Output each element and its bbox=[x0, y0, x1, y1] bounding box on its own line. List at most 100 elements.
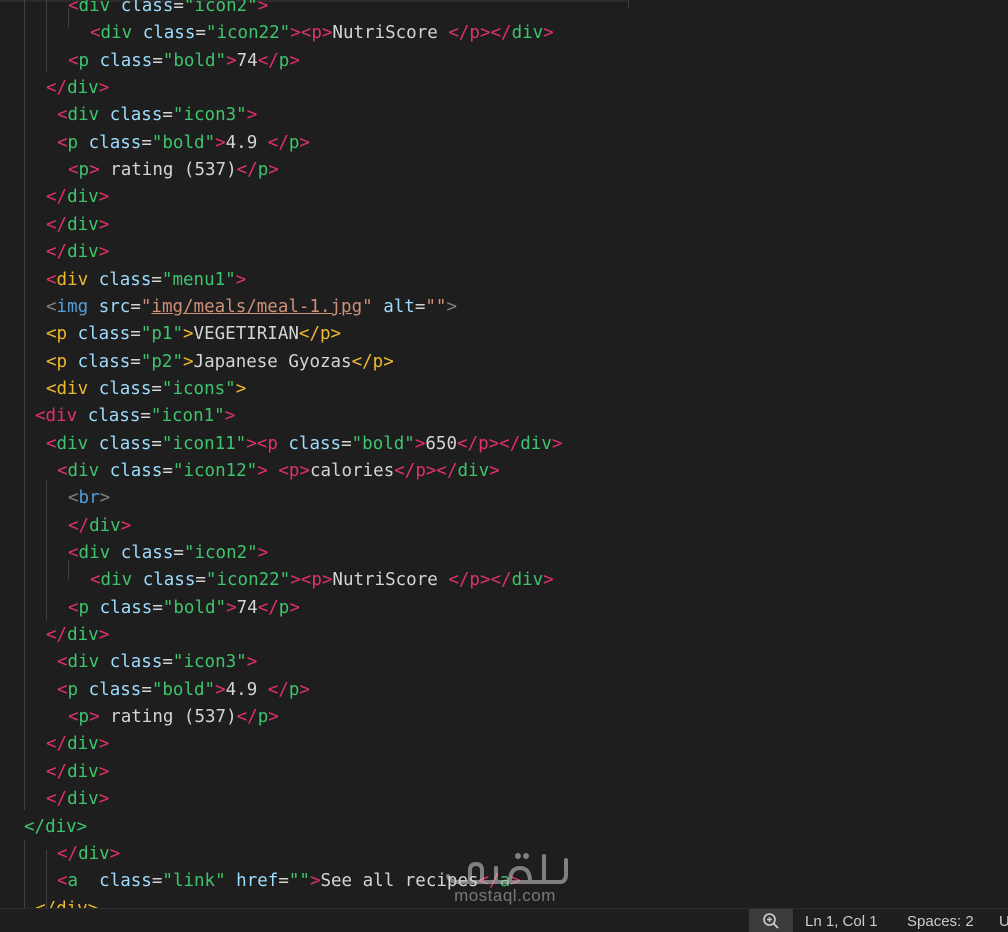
code-token: </p> bbox=[351, 351, 394, 372]
code-token: div bbox=[67, 761, 99, 782]
code-token: = bbox=[173, 0, 184, 16]
code-line[interactable]: </div> bbox=[46, 184, 109, 211]
code-token: div bbox=[100, 23, 133, 44]
code-line[interactable]: <p class="p1">VEGETIRIAN</p> bbox=[46, 321, 341, 348]
code-line[interactable]: <div class="icons"> bbox=[46, 376, 246, 403]
code-token: "icon11" bbox=[161, 433, 247, 454]
code-line[interactable]: <p class="p2">Japanese Gyozas</p> bbox=[46, 349, 394, 376]
code-token: < bbox=[57, 679, 68, 700]
code-line[interactable]: <p> rating (537)</p> bbox=[68, 157, 279, 184]
code-line[interactable]: </div> bbox=[46, 622, 109, 649]
code-line[interactable]: <p class="bold">74</p> bbox=[68, 48, 300, 75]
code-token: alt bbox=[372, 296, 415, 317]
code-token: > bbox=[89, 160, 100, 181]
code-token: p bbox=[311, 570, 322, 591]
indent-guide bbox=[24, 840, 25, 908]
code-token: </ bbox=[257, 50, 279, 71]
code-token: > bbox=[488, 433, 500, 454]
code-token: class bbox=[89, 50, 153, 71]
code-token: "icon22" bbox=[205, 23, 291, 44]
indentation-setting[interactable]: Spaces: 2 bbox=[907, 913, 974, 930]
code-token: = bbox=[341, 433, 352, 454]
code-token: = bbox=[130, 324, 141, 345]
code-line[interactable]: </div> bbox=[46, 759, 109, 786]
code-token: 74 bbox=[236, 597, 258, 618]
code-token: 650 bbox=[425, 433, 457, 454]
code-token: div bbox=[67, 789, 99, 810]
code-token: "icon2" bbox=[183, 543, 258, 563]
code-token: > bbox=[246, 105, 258, 126]
code-line[interactable]: <div class="menu1"> bbox=[46, 267, 246, 294]
code-line[interactable]: </div> bbox=[46, 731, 109, 758]
code-token: < bbox=[46, 433, 57, 454]
code-token: > bbox=[543, 570, 554, 591]
code-token: p bbox=[415, 460, 426, 481]
code-line[interactable]: <p class="bold">4.9 </p> bbox=[57, 130, 310, 157]
indent-guide bbox=[46, 0, 47, 72]
code-token: class bbox=[78, 871, 152, 892]
code-editor[interactable]: <div class="icon2"> <div class="icon22"><… bbox=[0, 0, 1008, 908]
code-token: p bbox=[78, 50, 90, 71]
code-token: > bbox=[309, 871, 321, 892]
code-token: rating (537) bbox=[99, 707, 237, 728]
code-token: p bbox=[288, 460, 300, 481]
code-line[interactable]: <div class="icon22"><p>NutriScore </p></… bbox=[90, 20, 554, 47]
code-token: "icon2" bbox=[183, 0, 258, 16]
code-line[interactable]: <img src="img/meals/meal-1.jpg" alt=""> bbox=[46, 294, 457, 321]
code-token: > bbox=[98, 625, 110, 646]
code-token: div bbox=[511, 570, 544, 591]
code-token: </ bbox=[436, 460, 458, 481]
code-line[interactable]: <br> bbox=[68, 485, 110, 512]
code-token: p bbox=[67, 132, 79, 153]
code-line[interactable]: <div class="icon3"> bbox=[57, 102, 257, 129]
code-line[interactable]: <div class="icon11"><p class="bold">650<… bbox=[46, 431, 562, 458]
code-line[interactable]: </div> bbox=[46, 212, 109, 239]
code-line[interactable]: </div> bbox=[46, 239, 109, 266]
encoding-setting[interactable]: U bbox=[999, 913, 1008, 930]
code-token: = bbox=[151, 378, 162, 399]
code-line[interactable]: <p> rating (537)</p> bbox=[68, 704, 279, 731]
code-token: class bbox=[67, 324, 131, 345]
code-token: > bbox=[268, 707, 279, 728]
code-line[interactable]: <div class="icon2"> bbox=[68, 540, 268, 567]
code-token: > bbox=[551, 433, 563, 454]
code-token: = bbox=[278, 871, 289, 892]
code-token: </ bbox=[257, 597, 279, 618]
code-line[interactable]: </div> bbox=[57, 841, 120, 868]
code-line[interactable]: <p class="bold">74</p> bbox=[68, 595, 300, 622]
code-line[interactable]: <div class="icon3"> bbox=[57, 649, 257, 676]
zoom-button[interactable] bbox=[749, 909, 793, 932]
code-token: > bbox=[98, 78, 110, 99]
code-line[interactable]: </div> bbox=[46, 75, 109, 102]
code-token: Japanese Gyozas bbox=[193, 351, 352, 372]
code-token: class bbox=[277, 433, 342, 454]
cursor-position[interactable]: Ln 1, Col 1 bbox=[805, 913, 878, 930]
code-line[interactable]: <div class="icon22"><p>NutriScore </p></… bbox=[90, 567, 554, 594]
code-token: < bbox=[57, 460, 68, 481]
code-token: = bbox=[130, 296, 141, 317]
code-token: div bbox=[67, 214, 99, 235]
code-line[interactable]: <div class="icon2"> bbox=[68, 0, 268, 20]
code-token: > bbox=[98, 789, 110, 810]
code-token: div bbox=[67, 78, 99, 99]
code-token: > bbox=[299, 460, 310, 481]
code-token: = bbox=[414, 296, 426, 317]
code-token: div bbox=[67, 734, 99, 755]
code-token: </ bbox=[499, 433, 521, 454]
code-line[interactable]: </div> bbox=[24, 814, 87, 841]
code-line[interactable]: </div> bbox=[35, 896, 98, 908]
code-line[interactable]: <div class="icon1"> bbox=[35, 403, 235, 430]
code-line[interactable]: </div> bbox=[68, 513, 131, 540]
code-line[interactable]: <div class="icon12"> <p>calories</p></di… bbox=[57, 458, 500, 485]
zoom-in-icon bbox=[763, 912, 779, 929]
code-token: = bbox=[141, 132, 152, 153]
code-token: class bbox=[110, 0, 174, 16]
code-token: </ bbox=[46, 187, 68, 208]
code-line[interactable]: </div> bbox=[46, 786, 109, 813]
code-line[interactable]: <p class="bold">4.9 </p> bbox=[57, 677, 310, 704]
code-token: > bbox=[226, 597, 237, 618]
code-token: > bbox=[98, 187, 110, 208]
code-token: = bbox=[151, 269, 162, 290]
code-token: p bbox=[278, 597, 290, 618]
